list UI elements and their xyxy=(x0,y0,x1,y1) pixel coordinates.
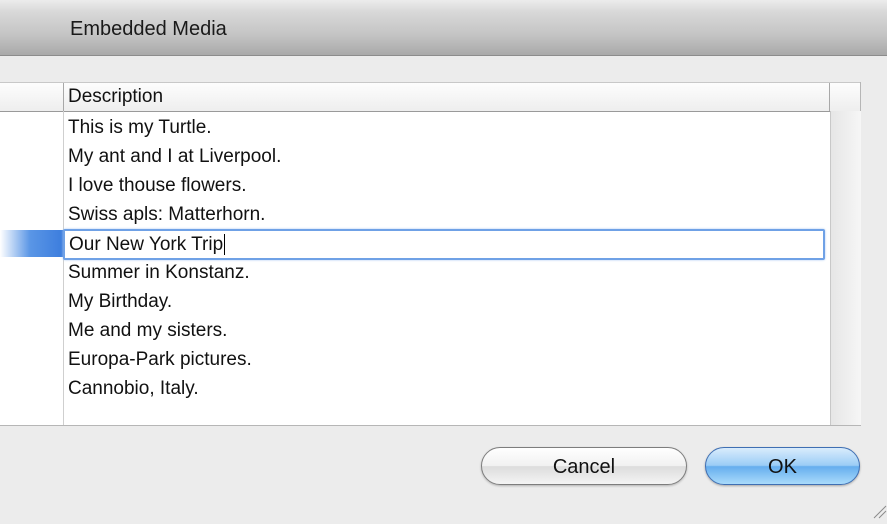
table-row[interactable]: Me and my sisters. xyxy=(0,316,829,345)
description-table[interactable]: Description This is my Turtle. My ant an… xyxy=(0,82,861,426)
table-row[interactable]: My ant and I at Liverpool. xyxy=(0,142,829,171)
table-row-selected[interactable]: Our New York Trip xyxy=(0,229,829,260)
vertical-scrollbar[interactable] xyxy=(830,111,861,425)
table-row[interactable]: I love thouse flowers. xyxy=(0,171,829,200)
edit-field-value: Our New York Trip xyxy=(69,234,224,255)
row-description: My Birthday. xyxy=(68,291,173,312)
row-description: Me and my sisters. xyxy=(68,320,228,341)
table-rows: This is my Turtle. My ant and I at Liver… xyxy=(0,113,829,403)
row-description: Cannobio, Italy. xyxy=(68,378,199,399)
row-description: This is my Turtle. xyxy=(68,117,212,138)
table-row[interactable]: Europa-Park pictures. xyxy=(0,345,829,374)
text-caret xyxy=(224,234,226,256)
dialog-title: Embedded Media xyxy=(70,18,227,40)
row-description: Summer in Konstanz. xyxy=(68,262,250,283)
row-description: I love thouse flowers. xyxy=(68,175,247,196)
table-row[interactable]: This is my Turtle. xyxy=(0,113,829,142)
table-header: Description xyxy=(0,82,860,112)
description-edit-field[interactable]: Our New York Trip xyxy=(63,229,825,260)
header-column-divider[interactable] xyxy=(829,83,830,111)
table-row[interactable]: My Birthday. xyxy=(0,287,829,316)
header-column-divider[interactable] xyxy=(63,83,64,111)
row-description: Swiss apls: Matterhorn. xyxy=(68,204,266,225)
dialog-titlebar: Embedded Media xyxy=(0,0,887,56)
row-description: My ant and I at Liverpool. xyxy=(68,146,282,167)
cancel-button[interactable]: Cancel xyxy=(481,447,687,485)
column-header-description[interactable]: Description xyxy=(68,86,163,108)
table-row[interactable]: Swiss apls: Matterhorn. xyxy=(0,200,829,229)
row-description: Europa-Park pictures. xyxy=(68,349,252,370)
resize-grip-icon[interactable] xyxy=(868,500,887,519)
selection-highlight xyxy=(0,230,64,257)
table-row[interactable]: Cannobio, Italy. xyxy=(0,374,829,403)
table-row[interactable]: Summer in Konstanz. xyxy=(0,258,829,287)
ok-button[interactable]: OK xyxy=(705,447,860,485)
